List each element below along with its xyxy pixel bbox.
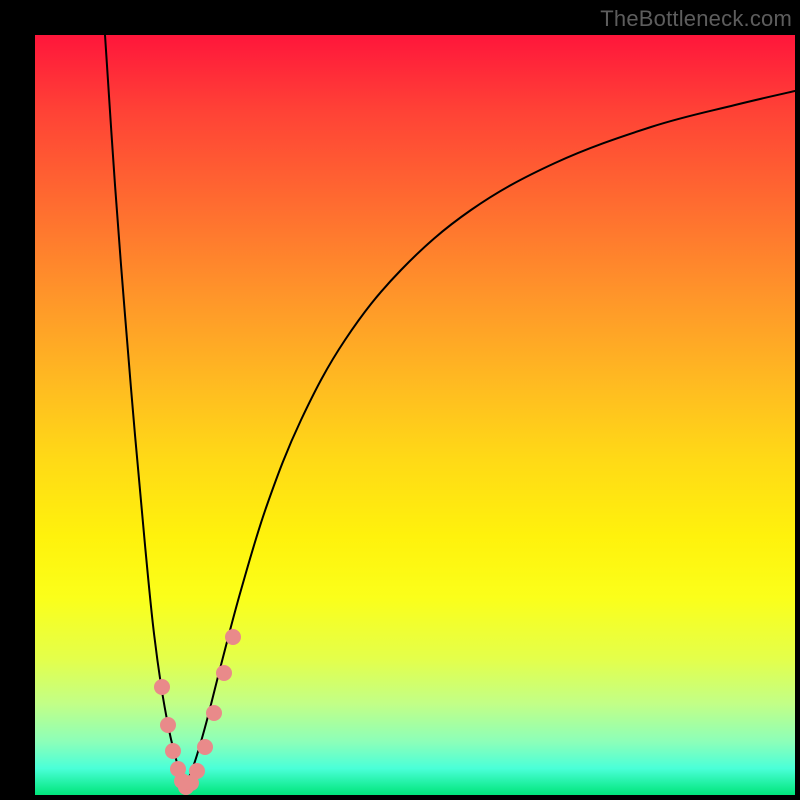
dip-marker <box>165 743 181 759</box>
curve-svg <box>35 35 795 795</box>
plot-area <box>35 35 795 795</box>
dip-marker <box>197 739 213 755</box>
dip-marker <box>189 763 205 779</box>
dip-marker <box>216 665 232 681</box>
series-right-branch <box>185 91 795 785</box>
series-left-branch <box>105 35 185 785</box>
dip-marker <box>206 705 222 721</box>
dip-marker <box>154 679 170 695</box>
dip-marker <box>225 629 241 645</box>
dip-marker <box>160 717 176 733</box>
watermark-text: TheBottleneck.com <box>600 6 792 32</box>
chart-frame: TheBottleneck.com <box>0 0 800 800</box>
